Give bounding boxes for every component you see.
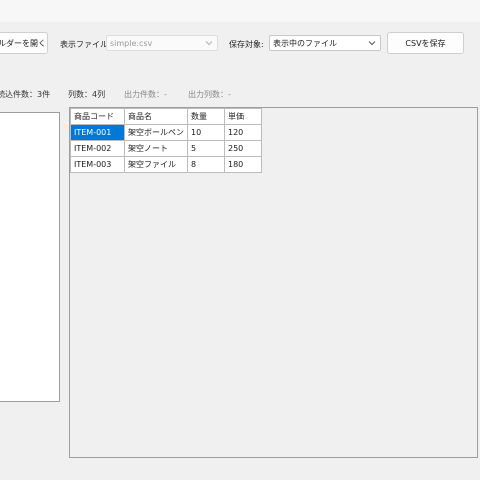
save-csv-label: CSVを保存 <box>405 38 446 48</box>
table-cell[interactable]: 10 <box>187 124 225 141</box>
column-header[interactable]: 単価 <box>224 108 262 125</box>
table-row[interactable]: ITEM-001 架空ボールペン 10 120 <box>70 124 262 141</box>
data-table: 商品コード 商品名 数量 単価 ITEM-001 架空ボールペン 10 120 … <box>70 108 262 173</box>
save-csv-button[interactable]: CSVを保存 <box>387 32 464 54</box>
title-strip <box>0 0 480 22</box>
chevron-down-icon <box>368 41 376 46</box>
table-header-row: 商品コード 商品名 数量 単価 <box>70 108 262 125</box>
table-cell[interactable]: 5 <box>187 140 225 157</box>
column-count: 列数：4列 <box>68 90 106 99</box>
column-header[interactable]: 商品コード <box>70 108 125 125</box>
output-count: 出力件数：- <box>124 90 167 99</box>
open-folder-button[interactable]: ルダーを開く <box>0 32 48 54</box>
table-cell[interactable]: 120 <box>224 124 262 141</box>
table-cell[interactable]: ITEM-003 <box>70 156 125 173</box>
display-file-select[interactable]: simple.csv <box>106 35 218 51</box>
display-file-label: 表示ファイル: <box>60 40 111 49</box>
data-grid[interactable]: 商品コード 商品名 数量 単価 ITEM-001 架空ボールペン 10 120 … <box>69 107 478 458</box>
table-cell[interactable]: 架空ノート <box>124 140 188 157</box>
chevron-down-icon <box>205 41 213 46</box>
table-cell[interactable]: ITEM-002 <box>70 140 125 157</box>
display-file-value: simple.csv <box>110 38 153 48</box>
save-target-label: 保存対象: <box>229 40 264 49</box>
table-row[interactable]: ITEM-003 架空ファイル 8 180 <box>70 156 262 173</box>
table-cell[interactable]: 250 <box>224 140 262 157</box>
table-cell[interactable]: 架空ファイル <box>124 156 188 173</box>
loaded-count: 読込件数：3件 <box>0 90 51 99</box>
table-cell[interactable]: 180 <box>224 156 262 173</box>
table-cell[interactable]: 架空ボールペン <box>124 124 188 141</box>
column-header[interactable]: 商品名 <box>124 108 188 125</box>
table-cell[interactable]: 8 <box>187 156 225 173</box>
open-folder-label: ルダーを開く <box>0 38 46 48</box>
table-cell-selected[interactable]: ITEM-001 <box>70 124 125 141</box>
save-target-select[interactable]: 表示中のファイル <box>269 35 381 51</box>
save-target-value: 表示中のファイル <box>273 38 337 48</box>
file-list-panel[interactable] <box>0 112 60 402</box>
column-header[interactable]: 数量 <box>187 108 225 125</box>
output-columns: 出力列数：- <box>188 90 231 99</box>
table-row[interactable]: ITEM-002 架空ノート 5 250 <box>70 140 262 157</box>
